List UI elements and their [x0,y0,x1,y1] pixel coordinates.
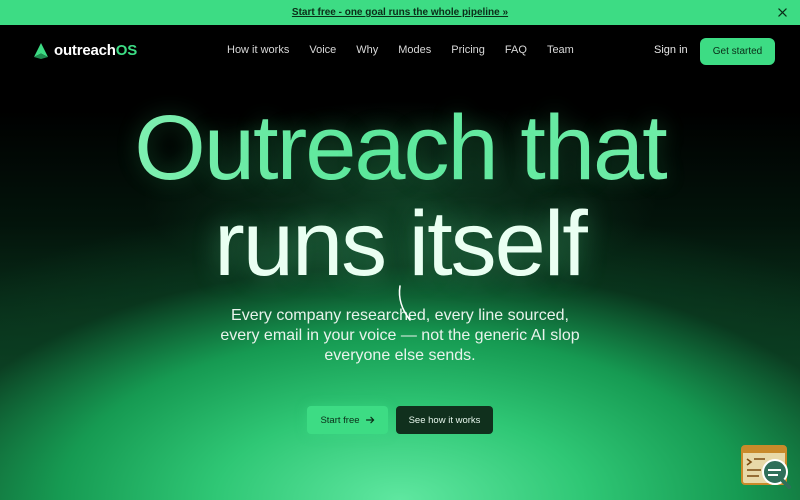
see-how-it-works-button[interactable]: See how it works [396,406,493,434]
announcement-link[interactable]: Start free - one goal runs the whole pip… [292,7,508,18]
nav-link-faq[interactable]: FAQ [505,44,527,56]
cursor-trail-icon [398,285,411,321]
announcement-bar: Start free - one goal runs the whole pip… [0,0,800,25]
hero-subtitle-line2: every email in your voice — not the gene… [220,327,580,344]
start-free-button[interactable]: Start free [307,406,388,434]
nav-link-pricing[interactable]: Pricing [451,44,485,56]
start-free-label: Start free [320,414,360,426]
brand-logo[interactable]: outreachOS [34,42,137,59]
top-nav: outreachOS How it works Voice Why Modes … [0,25,800,77]
hero-title-line2: runs itself [214,193,588,295]
chat-support-icon[interactable] [741,445,791,489]
brand-name: outreachOS [54,42,138,59]
nav-link-voice[interactable]: Voice [309,44,336,56]
logo-mark-icon [34,42,48,59]
close-icon[interactable] [775,5,789,19]
landing-page: Start free - one goal runs the whole pip… [0,0,800,500]
hero-subtitle-line3: everyone else sends. [324,347,476,364]
get-started-button[interactable]: Get started [700,38,775,65]
nav-links: How it works Voice Why Modes Pricing FAQ… [227,44,594,56]
hero-title-line1: Outreach that [0,98,800,198]
nav-link-modes[interactable]: Modes [398,44,431,56]
nav-link-team[interactable]: Team [547,44,574,56]
nav-link-how-it-works[interactable]: How it works [227,44,289,56]
arrow-right-icon [365,416,374,424]
sign-in-link[interactable]: Sign in [654,44,688,56]
nav-link-why[interactable]: Why [356,44,378,56]
